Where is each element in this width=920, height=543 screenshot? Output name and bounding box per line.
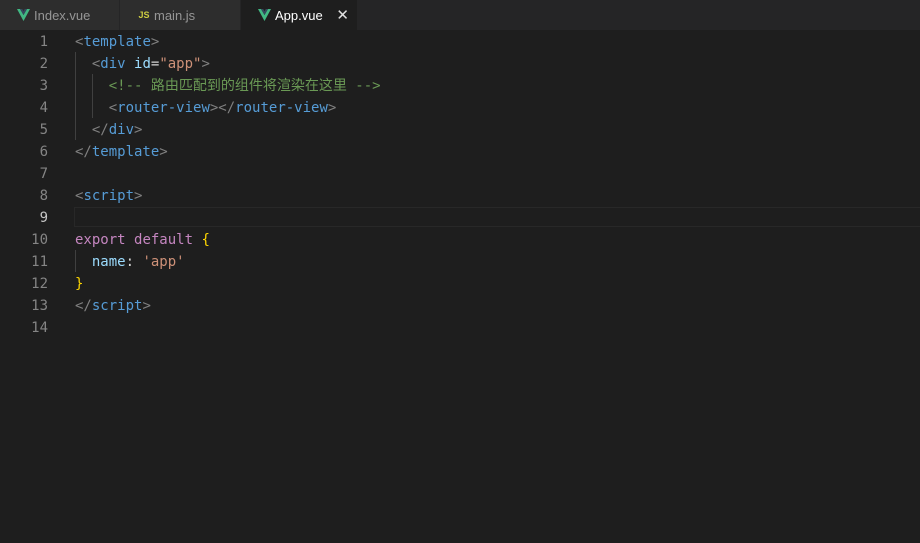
line-number: 2 xyxy=(39,56,48,72)
code-line: export default { xyxy=(75,232,210,248)
tab-label: App.vue xyxy=(275,7,323,23)
code-line: </script> xyxy=(75,298,151,314)
code-line: <script> xyxy=(75,188,143,204)
code-line: <template> xyxy=(75,34,160,50)
code-line: <div id="app"> xyxy=(91,56,210,72)
line-number: 7 xyxy=(39,166,48,182)
line-number: 8 xyxy=(39,188,48,204)
code-line: </div> xyxy=(91,122,143,138)
line-number: 3 xyxy=(39,78,48,94)
vscode-window: Index.vue JS main.js App.vue ✕ 1 2 3 4 5 xyxy=(0,0,920,543)
tab-main-js[interactable]: JS main.js xyxy=(120,0,241,30)
vue-icon xyxy=(257,8,271,22)
line-number: 10 xyxy=(31,232,48,248)
js-icon: JS xyxy=(138,10,150,20)
line-number: 9 xyxy=(39,210,48,226)
line-number: 13 xyxy=(31,298,48,314)
current-line-highlight xyxy=(74,207,920,227)
code-line: name: 'app' xyxy=(91,254,185,270)
line-number: 14 xyxy=(31,320,48,336)
tab-label: Index.vue xyxy=(34,7,91,23)
line-number: 4 xyxy=(39,100,48,116)
tab-label: main.js xyxy=(154,7,196,23)
tab-app-vue[interactable]: App.vue ✕ xyxy=(241,0,358,30)
tab-index-vue[interactable]: Index.vue xyxy=(0,0,120,30)
code-line: <router-view></router-view> xyxy=(108,100,337,116)
code-line: } xyxy=(75,276,84,292)
line-number: 5 xyxy=(39,122,48,138)
vue-icon xyxy=(16,8,30,22)
close-icon[interactable]: ✕ xyxy=(336,0,349,30)
editor-tab-bar: Index.vue JS main.js App.vue ✕ xyxy=(0,0,920,30)
code-line: <!-- 路由匹配到的组件将渲染在这里 --> xyxy=(108,78,381,94)
code-editor[interactable]: 1 2 3 4 5 6 7 8 9 10 11 12 13 14 <templa… xyxy=(0,30,920,543)
line-number: 6 xyxy=(39,144,48,160)
line-number: 11 xyxy=(31,254,48,270)
code-line: </template> xyxy=(75,144,168,160)
line-number: 1 xyxy=(39,34,48,50)
line-number: 12 xyxy=(31,276,48,292)
